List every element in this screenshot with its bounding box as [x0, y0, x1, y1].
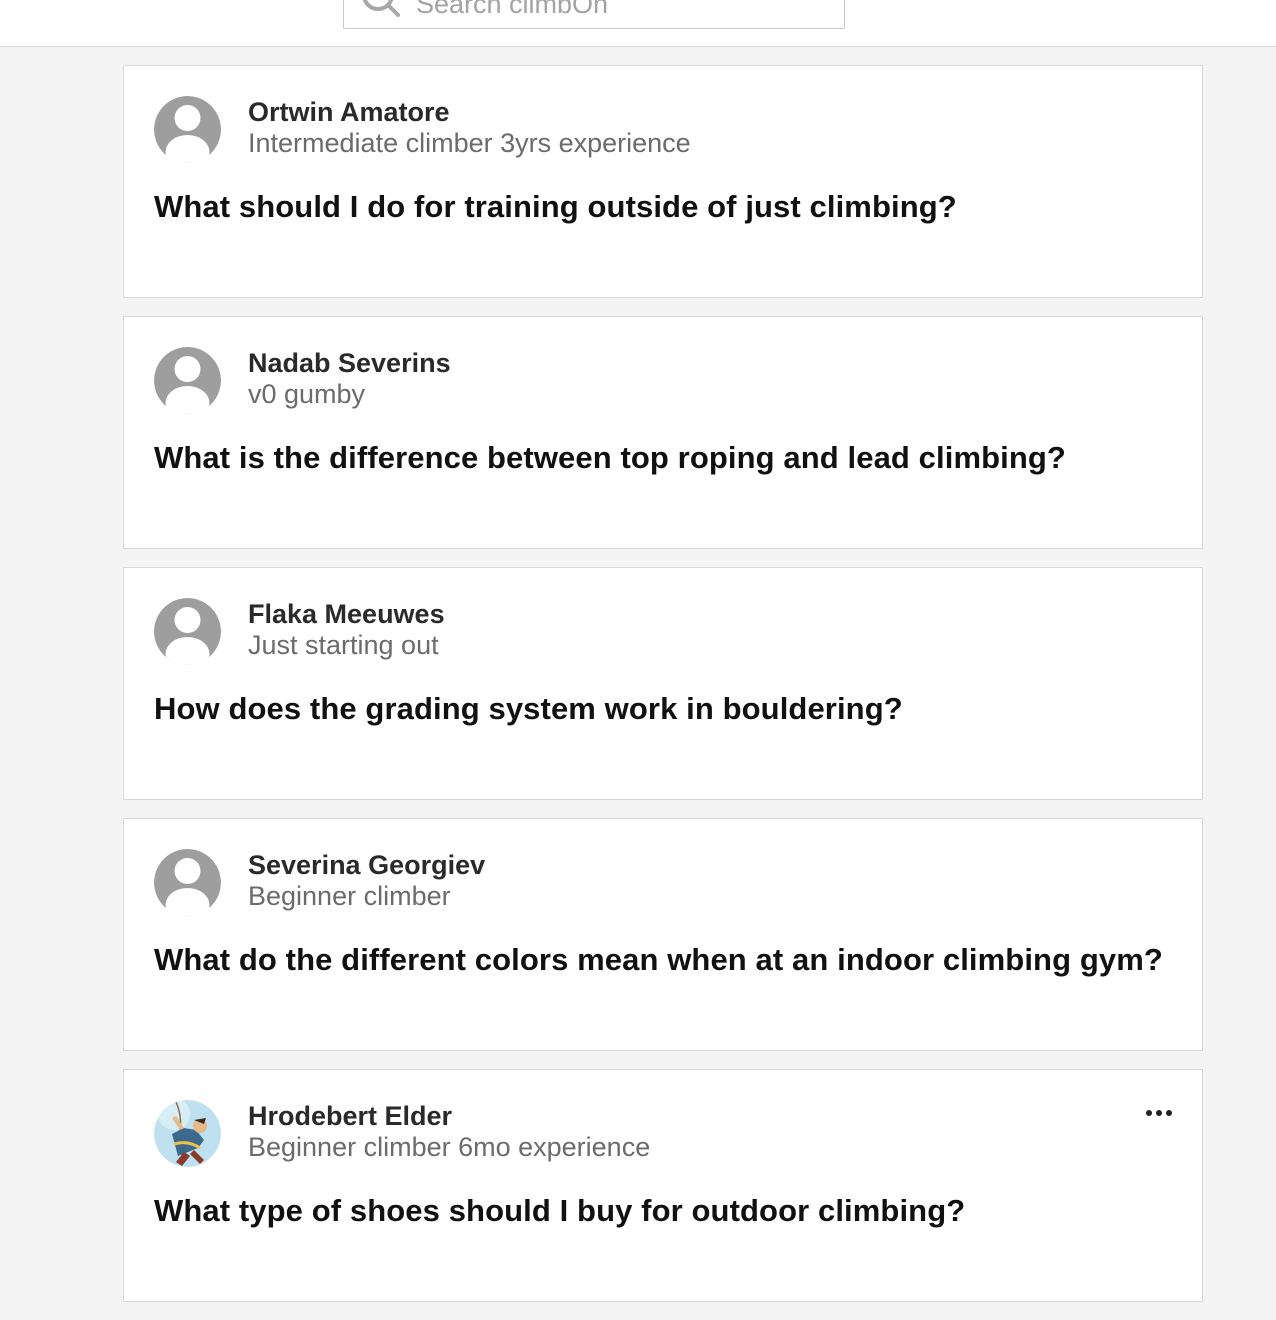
question-title[interactable]: What is the difference between top ropin… — [154, 440, 1066, 476]
more-options-icon[interactable] — [1144, 1100, 1174, 1124]
search-icon — [362, 0, 400, 17]
author-tagline: Intermediate climber 3yrs experience — [248, 128, 691, 158]
author-tagline: Just starting out — [248, 630, 439, 660]
default-avatar-icon[interactable] — [154, 96, 221, 163]
question-title[interactable]: What should I do for training outside of… — [154, 189, 957, 225]
author-tagline: Beginner climber 6mo experience — [248, 1132, 651, 1162]
author-name[interactable]: Severina Georgiev — [248, 850, 485, 881]
author-name[interactable]: Nadab Severins — [248, 348, 451, 379]
question-feed: Ortwin Amatore Intermediate climber 3yrs… — [123, 65, 1203, 1320]
climber-photo-avatar[interactable] — [154, 1100, 221, 1167]
default-avatar-icon[interactable] — [154, 598, 221, 665]
author-name[interactable]: Hrodebert Elder — [248, 1101, 452, 1132]
question-card[interactable]: Flaka Meeuwes Just starting out How does… — [123, 567, 1203, 800]
question-title[interactable]: How does the grading system work in boul… — [154, 691, 903, 727]
search-box[interactable] — [343, 0, 845, 29]
question-card[interactable]: Ortwin Amatore Intermediate climber 3yrs… — [123, 65, 1203, 298]
author-name[interactable]: Ortwin Amatore — [248, 97, 450, 128]
default-avatar-icon[interactable] — [154, 347, 221, 414]
author-name[interactable]: Flaka Meeuwes — [248, 599, 445, 630]
question-title[interactable]: What do the different colors mean when a… — [154, 942, 1163, 978]
question-card[interactable]: Severina Georgiev Beginner climber What … — [123, 818, 1203, 1051]
question-card[interactable]: Nadab Severins v0 gumby What is the diff… — [123, 316, 1203, 549]
author-tagline: Beginner climber — [248, 881, 451, 911]
author-tagline: v0 gumby — [248, 379, 366, 409]
top-bar — [0, 0, 1276, 47]
question-title[interactable]: What type of shoes should I buy for outd… — [154, 1193, 965, 1229]
default-avatar-icon[interactable] — [154, 849, 221, 916]
question-card[interactable]: Hrodebert Elder Beginner climber 6mo exp… — [123, 1069, 1203, 1302]
search-input[interactable] — [416, 0, 826, 28]
